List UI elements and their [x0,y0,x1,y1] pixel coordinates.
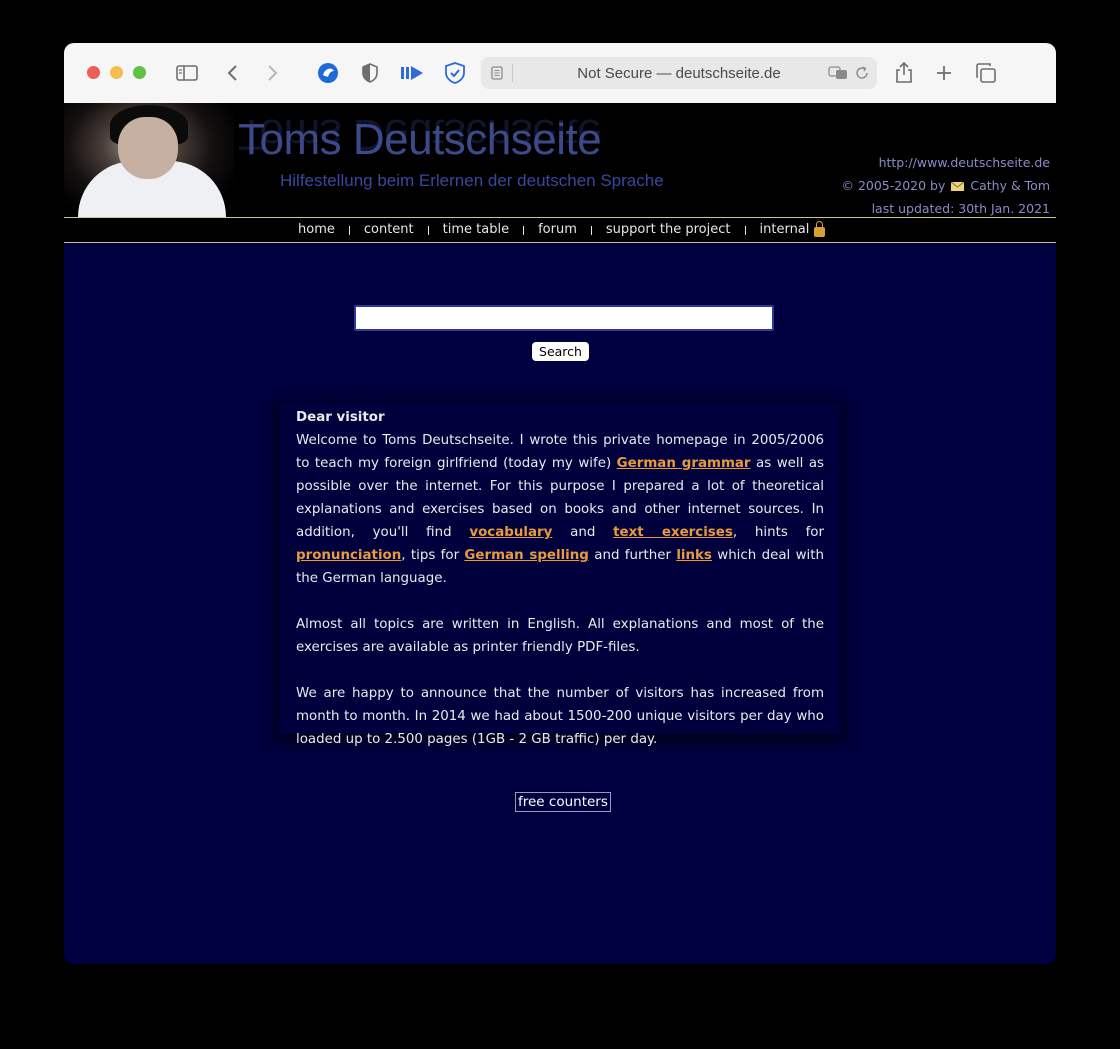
lock-icon [814,220,826,237]
bitwarden-shield-icon[interactable] [443,59,467,87]
privacy-shield-icon[interactable] [359,59,381,87]
nav-item-time-table[interactable]: time table [443,222,509,237]
reload-icon[interactable] [853,59,871,87]
back-icon[interactable] [222,59,242,87]
nav-item-home[interactable]: home [298,222,335,237]
forward-icon[interactable] [263,59,283,87]
nav-separator [348,226,350,235]
search-button[interactable]: Search [532,342,589,361]
site-url[interactable]: http://www.deutschseite.de [841,151,1050,174]
welcome-text: Dear visitor Welcome to Toms Deutschseit… [296,406,824,774]
mail-icon[interactable] [951,182,965,191]
nav-item-content[interactable]: content [364,222,414,237]
copyright-prefix: © 2005-2020 by [841,178,946,193]
site-header: Toms Deutschseite Toms Deutschseite Hilf… [64,103,1056,217]
nav-item-support[interactable]: support the project [606,222,731,237]
welcome-box: Dear visitor Welcome to Toms Deutschseit… [280,402,840,747]
zoom-window-button[interactable] [133,66,146,79]
link-links[interactable]: links [676,548,712,563]
extension-globe-icon[interactable] [316,59,340,87]
share-icon[interactable] [893,59,915,87]
address-bar[interactable]: Not Secure — deutschseite.de [481,57,877,89]
text-span: , tips for [401,548,465,563]
nav-item-forum[interactable]: forum [538,222,577,237]
link-german-grammar[interactable]: German grammar [617,456,751,471]
sidebar-toggle-icon[interactable] [174,59,200,87]
browser-window: Not Secure — deutschseite.de Toms Deutsc… [64,43,1056,964]
header-info: http://www.deutschseite.de © 2005-2020 b… [841,151,1050,220]
copyright: © 2005-2020 by Cathy & Tom [841,174,1050,197]
address-text: Not Secure — deutschseite.de [577,65,781,82]
nav-item-internal[interactable]: internal [760,222,810,237]
link-text-exercises[interactable]: text exercises [613,525,733,540]
intro-paragraph: Welcome to Toms Deutschseite. I wrote th… [296,429,824,590]
browser-toolbar: Not Secure — deutschseite.de [64,43,1056,104]
visitors-paragraph: We are happy to announce that the number… [296,686,824,747]
link-vocabulary[interactable]: vocabulary [469,525,552,540]
search-input[interactable] [354,305,774,331]
translate-icon[interactable] [827,59,849,87]
nav-separator [427,226,429,235]
text-span: and further [588,548,677,563]
text-span: , hints for [732,525,825,540]
header-photo [64,103,234,217]
copyright-names[interactable]: Cathy & Tom [970,178,1050,193]
text-span: and [552,525,614,540]
greeting: Dear visitor [296,410,385,425]
close-window-button[interactable] [87,66,100,79]
languages-paragraph: Almost all topics are written in English… [296,617,824,655]
free-counters-link[interactable]: free counters [515,792,611,812]
extension-play-icon[interactable] [399,59,425,87]
nav-separator [744,226,746,235]
new-tab-icon[interactable] [934,59,954,87]
main-nav: home content time table forum support th… [64,217,1056,243]
link-german-spelling[interactable]: German spelling [464,548,588,563]
tab-overview-icon[interactable] [974,59,998,87]
site-title: Toms Deutschseite [238,115,602,164]
minimize-window-button[interactable] [110,66,123,79]
nav-separator [523,226,525,235]
site-subtitle: Hilfestellung beim Erlernen der deutsche… [280,171,664,190]
nav-separator [590,226,592,235]
link-pronunciation[interactable]: pronunciation [296,548,401,563]
